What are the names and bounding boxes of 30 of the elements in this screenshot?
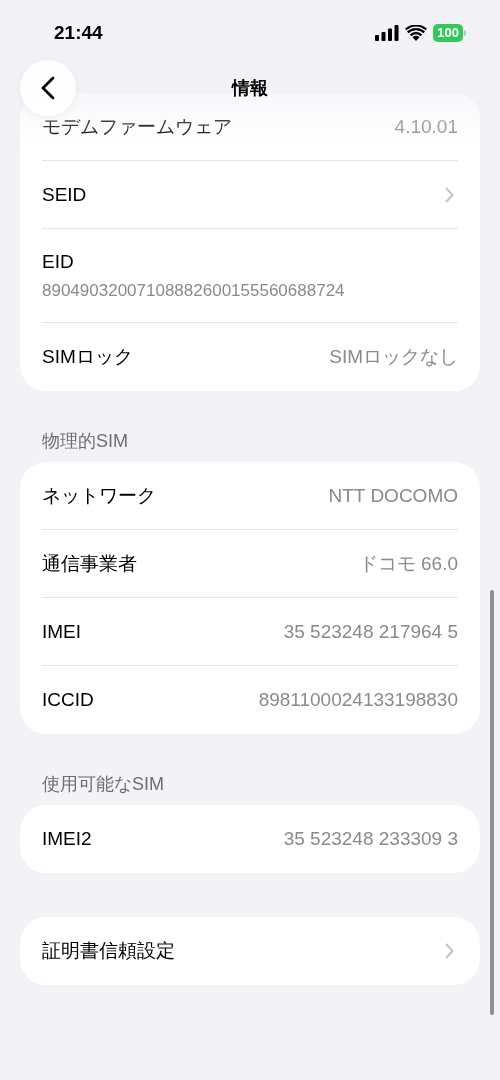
battery-level: 100 [433, 24, 463, 42]
row-value: 89049032007108882600155560688724 [42, 279, 346, 302]
row-value: SIMロックなし [329, 345, 458, 369]
nav-title: 情報 [230, 77, 269, 100]
section-header: 使用可能なSIM [41, 773, 165, 796]
row-label: ICCID [42, 688, 94, 712]
row-label: SIMロック [42, 345, 133, 369]
row-label: 通信事業者 [42, 551, 137, 576]
row-value: 8981100024133198830 [258, 688, 458, 712]
section-header: 物理的SIM [41, 430, 129, 453]
row-label: ネットワーク [42, 483, 156, 508]
row-value: ドコモ 66.0 [358, 551, 458, 576]
row-label: IMEI [42, 619, 82, 644]
row-value: NTT DOCOMO [328, 483, 458, 508]
settings-row[interactable]: SEID [42, 161, 458, 229]
settings-row[interactable]: 証明書信頼設定 [42, 917, 458, 985]
row-label: EID [42, 249, 75, 274]
back-chevron-icon [41, 76, 55, 100]
wifi-icon [405, 25, 428, 41]
row-label: 証明書信頼設定 [42, 939, 175, 963]
row-value: 35 523248 233309 3 [283, 827, 458, 851]
row-label: IMEI2 [42, 827, 92, 851]
row-label: SEID [42, 182, 87, 207]
chevron-icon [445, 186, 454, 203]
signal-icon [375, 25, 400, 41]
row-value: 4.10.01 [394, 114, 458, 139]
row-label: モデムファームウェア [42, 114, 232, 139]
chevron-icon [445, 943, 454, 959]
row-value: 35 523248 217964 5 [283, 619, 458, 644]
status-time: 21:44 [54, 20, 103, 45]
